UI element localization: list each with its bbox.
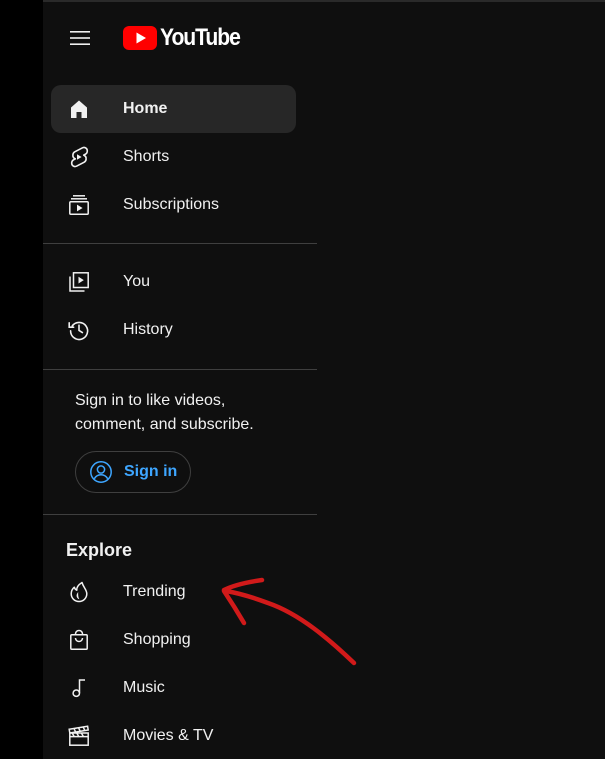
you-library-icon [67, 270, 91, 294]
youtube-wordmark: YouTube [160, 24, 241, 51]
section-divider [43, 369, 317, 370]
sidebar-header: YouTube [43, 10, 317, 66]
signin-prompt-text: Sign in to like videos, comment, and sub… [75, 392, 254, 433]
account-circle-icon [90, 461, 112, 483]
nav-label-shorts: Shorts [123, 148, 170, 165]
nav-item-history[interactable]: History [51, 306, 296, 354]
section-divider [43, 514, 317, 515]
nav-label-music: Music [123, 679, 165, 696]
nav-item-home[interactable]: Home [51, 85, 296, 133]
home-icon [67, 97, 91, 121]
nav-label-subscriptions: Subscriptions [123, 196, 220, 213]
youtube-logo[interactable]: YouTube [123, 24, 251, 52]
left-edge-strip [0, 0, 43, 759]
nav-item-subscriptions[interactable]: Subscriptions [51, 181, 296, 229]
nav-label-history: History [123, 321, 173, 338]
history-icon [67, 318, 91, 342]
explore-section-title: Explore [66, 540, 133, 560]
nav-label-you: You [123, 273, 150, 290]
music-note-icon [67, 676, 91, 700]
subscriptions-icon [67, 193, 91, 217]
nav-item-shorts[interactable]: Shorts [51, 133, 296, 181]
hamburger-menu-icon [70, 31, 90, 45]
nav-item-movies-tv[interactable]: Movies & TV [51, 712, 296, 759]
shopping-bag-icon [67, 628, 91, 652]
nav-label-shopping: Shopping [123, 631, 191, 648]
signin-button-label: Sign in [124, 463, 178, 480]
hamburger-menu-button[interactable] [60, 18, 100, 58]
section-divider [43, 243, 317, 244]
nav-item-shopping[interactable]: Shopping [51, 616, 296, 664]
shorts-icon [67, 145, 91, 169]
signin-button[interactable]: Sign in [75, 451, 191, 493]
nav-item-music[interactable]: Music [51, 664, 296, 712]
guide-sidebar: YouTube Home Shorts Subscriptions You Hi… [43, 0, 317, 759]
youtube-play-logo-icon [123, 26, 157, 50]
movies-clapperboard-icon [67, 724, 91, 748]
trending-flame-icon [67, 580, 91, 604]
nav-label-trending: Trending [123, 583, 186, 600]
nav-item-you[interactable]: You [51, 258, 296, 306]
nav-label-movies-tv: Movies & TV [123, 727, 214, 744]
nav-item-trending[interactable]: Trending [51, 568, 296, 616]
nav-label-home: Home [123, 100, 168, 117]
